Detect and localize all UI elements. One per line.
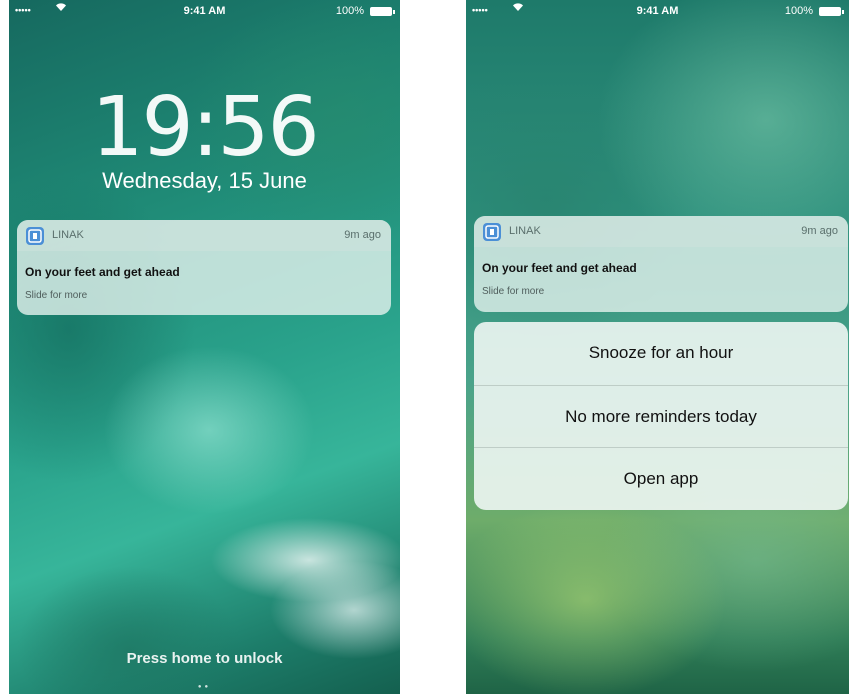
linak-app-icon — [483, 223, 501, 241]
battery-percent: 100% — [335, 5, 364, 17]
open-app-button[interactable]: Open app — [474, 447, 848, 510]
notification-actions: Snooze for an hour No more reminders tod… — [474, 322, 848, 510]
linak-app-icon — [26, 227, 44, 245]
notification-card[interactable]: LINAK 9m ago On your feet and get ahead … — [17, 220, 391, 315]
notification-app-name: LINAK — [52, 229, 84, 241]
no-more-reminders-button[interactable]: No more reminders today — [474, 385, 848, 448]
battery-percent: 100% — [784, 5, 813, 17]
notification-card[interactable]: LINAK 9m ago On your feet and get ahead … — [474, 216, 848, 312]
snooze-button[interactable]: Snooze for an hour — [474, 322, 848, 384]
status-bar: ••••• 9:41 AM 100% — [9, 0, 400, 22]
notification-app-name: LINAK — [509, 225, 541, 237]
status-bar: ••••• 9:41 AM 100% — [466, 0, 849, 22]
notification-time: 9m ago — [344, 229, 381, 241]
battery-icon — [819, 7, 844, 16]
expanded-notification-screen: ••••• 9:41 AM 100% LINAK 9m ago On your … — [466, 0, 849, 694]
notification-time: 9m ago — [801, 225, 838, 237]
lock-clock: 19:56 — [91, 80, 319, 175]
notification-header: LINAK 9m ago — [17, 220, 391, 251]
notification-subtitle: Slide for more — [482, 286, 545, 297]
lock-date: Wednesday, 15 June — [102, 168, 307, 193]
unlock-hint: Press home to unlock — [126, 650, 283, 667]
lock-screen: ••••• 9:41 AM 100% 19:56 Wednesday, 15 J… — [9, 0, 400, 694]
battery-icon — [370, 7, 395, 16]
notification-subtitle: Slide for more — [25, 290, 88, 301]
notification-title: On your feet and get ahead — [25, 265, 180, 279]
notification-header: LINAK 9m ago — [474, 216, 848, 247]
page-indicator: ●● — [197, 684, 212, 690]
notification-title: On your feet and get ahead — [482, 261, 637, 275]
